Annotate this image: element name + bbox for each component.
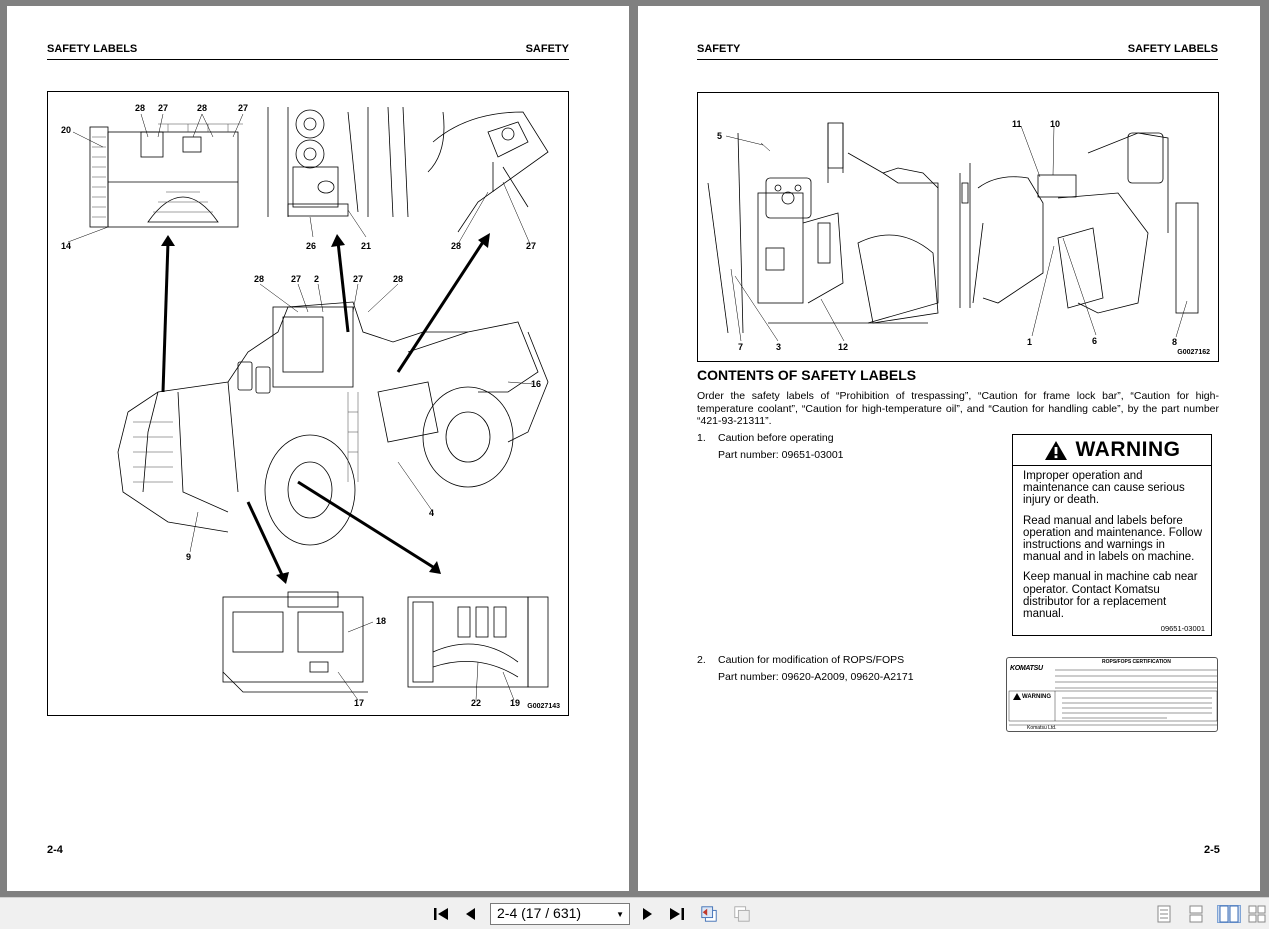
callout: 21 <box>361 241 371 251</box>
right-page: SAFETY SAFETY LABELS 5 11 10 7 3 12 1 6 … <box>638 6 1260 891</box>
section-title: CONTENTS OF SAFETY LABELS <box>697 367 917 383</box>
callout: 9 <box>186 552 191 562</box>
warning-label-title: WARNING <box>1075 438 1181 461</box>
warning-paragraph: Improper operation and maintenance can c… <box>1023 470 1185 507</box>
callout: 22 <box>471 698 481 708</box>
callout: 17 <box>354 698 364 708</box>
figure-code: G0027162 <box>1177 349 1210 356</box>
continuous-facing-icon <box>1248 905 1266 923</box>
callout: 6 <box>1092 336 1097 346</box>
facing-pages-view-button[interactable] <box>1217 905 1241 923</box>
warning-label: WARNING Improper operation and maintenan… <box>1012 434 1212 636</box>
continuous-facing-view-button[interactable] <box>1248 905 1266 923</box>
header-rule <box>697 59 1218 60</box>
item-title: Caution before operating <box>718 432 834 444</box>
callout: 28 <box>135 103 145 113</box>
callout: 26 <box>306 241 316 251</box>
cab-label-locations-figure: 5 11 10 7 3 12 1 6 8 G0027162 <box>697 92 1219 362</box>
callout: 11 <box>1012 119 1022 129</box>
forward-view-icon <box>734 906 750 922</box>
first-page-icon <box>434 908 448 920</box>
facing-pages-icon <box>1219 905 1239 923</box>
left-page: SAFETY LABELS SAFETY 28 27 28 27 20 14 2… <box>7 6 629 891</box>
callout: 28 <box>197 103 207 113</box>
last-page-icon <box>670 908 684 920</box>
right-header-title: SAFETY LABELS <box>1127 43 1218 55</box>
callout: 16 <box>531 379 541 389</box>
previous-page-button[interactable] <box>462 905 480 923</box>
continuous-page-view-button[interactable] <box>1187 905 1205 923</box>
single-page-icon <box>1157 905 1171 923</box>
single-page-view-button[interactable] <box>1155 905 1173 923</box>
callout: 20 <box>61 125 71 135</box>
rops-footer: Komatsu Ltd. <box>1027 725 1057 731</box>
page-number: 2-4 <box>47 844 63 856</box>
page-select[interactable]: 2-4 (17 / 631) ▼ <box>490 903 630 925</box>
callout: 18 <box>376 616 386 626</box>
warning-paragraph: Keep manual in machine cab near operator… <box>1023 571 1198 621</box>
callout: 27 <box>238 103 248 113</box>
item-part-number: Part number: 09651-03001 <box>718 449 844 461</box>
item-number: 1. <box>697 432 706 444</box>
callout: 3 <box>776 342 781 352</box>
page-select-value: 2-4 (17 / 631) <box>497 905 582 921</box>
figure-code: G0027143 <box>527 703 560 710</box>
header-rule <box>47 59 569 60</box>
rops-label-title: ROPS/FOPS CERTIFICATION <box>1102 659 1171 665</box>
first-page-button[interactable] <box>432 905 450 923</box>
komatsu-brand: KOMATSU <box>1010 665 1043 672</box>
callout: 27 <box>158 103 168 113</box>
callout: 14 <box>61 241 71 251</box>
next-page-button[interactable] <box>638 905 656 923</box>
chevron-down-icon: ▼ <box>616 910 624 919</box>
intro-paragraph: Order the safety labels of “Prohibition … <box>697 390 1219 427</box>
rops-fops-certification-label: KOMATSU ROPS/FOPS CERTIFICATION WARNING … <box>1006 657 1218 732</box>
wheel-loader-illustration: 28 27 28 27 20 14 26 21 28 27 28 27 2 27… <box>61 103 549 708</box>
rops-warning-text: WARNING <box>1022 694 1051 700</box>
callout: 7 <box>738 342 743 352</box>
callout: 28 <box>254 274 264 284</box>
warning-triangle-icon <box>1044 440 1067 460</box>
item-title: Caution for modification of ROPS/FOPS <box>718 654 905 666</box>
callout: 28 <box>393 274 403 284</box>
warning-label-body: Improper operation and maintenance can c… <box>1013 466 1211 620</box>
navigation-toolbar: 2-4 (17 / 631) ▼ <box>0 897 1269 929</box>
left-header-title: SAFETY LABELS <box>47 43 138 55</box>
back-view-icon <box>701 906 717 922</box>
callout: 19 <box>510 698 520 708</box>
page-number: 2-5 <box>1204 844 1220 856</box>
warning-label-heading: WARNING <box>1013 435 1211 466</box>
left-header-section: SAFETY <box>525 43 569 55</box>
operator-cab-illustration: 5 11 10 7 3 12 1 6 8 <box>707 119 1199 352</box>
callout: 28 <box>451 241 461 251</box>
item-part-number: Part number: 09620-A2009, 09620-A2171 <box>718 671 914 683</box>
callout: 1 <box>1027 337 1032 347</box>
next-page-icon <box>643 908 652 920</box>
warning-paragraph: Read manual and labels before operation … <box>1023 514 1203 564</box>
callout: 4 <box>429 508 434 518</box>
previous-page-icon <box>466 908 475 920</box>
go-back-view-button[interactable] <box>700 905 718 923</box>
callout: 10 <box>1050 119 1060 129</box>
callout: 27 <box>526 241 536 251</box>
go-forward-view-button[interactable] <box>733 905 751 923</box>
callout: 8 <box>1172 337 1177 347</box>
wheel-loader-label-locations-figure: 28 27 28 27 20 14 26 21 28 27 28 27 2 27… <box>47 91 569 716</box>
warning-label-code: 09651-03001 <box>1160 624 1205 633</box>
callout: 5 <box>717 131 722 141</box>
item-number: 2. <box>697 654 706 666</box>
callout: 12 <box>838 342 848 352</box>
callout: 27 <box>353 274 363 284</box>
continuous-page-icon <box>1189 905 1203 923</box>
callout: 2 <box>314 274 319 284</box>
right-header-section: SAFETY <box>697 43 741 55</box>
callout: 27 <box>291 274 301 284</box>
last-page-button[interactable] <box>668 905 686 923</box>
